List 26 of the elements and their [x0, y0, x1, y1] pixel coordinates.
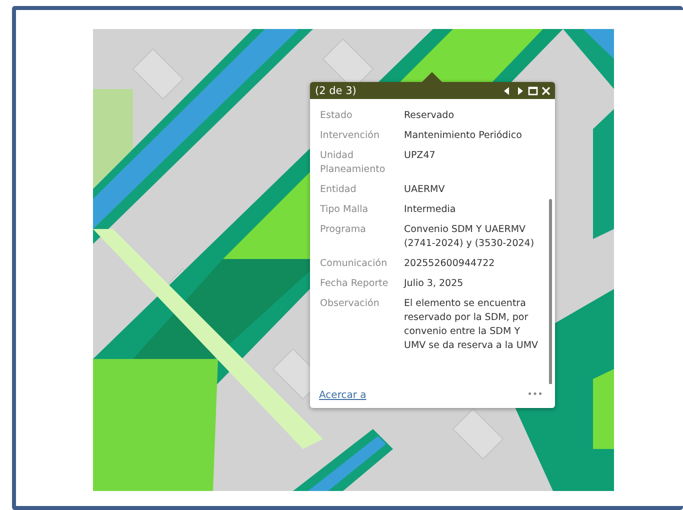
- field-value: UPZ47: [404, 149, 436, 163]
- field-label: Fecha Reporte: [320, 277, 390, 291]
- field-value: Convenio SDM Y UAERMV (2741-2024) y (3530-2024): [404, 223, 536, 251]
- feature-counter: (2 de 3): [315, 84, 356, 96]
- zoom-to-link[interactable]: Acercar a: [319, 390, 366, 400]
- previous-icon[interactable]: [502, 86, 512, 96]
- close-icon[interactable]: [541, 86, 551, 96]
- next-icon[interactable]: [515, 86, 525, 96]
- field-value: El elemento se encuentra reservado por la SDM, por convenio entre la SDM Y UMV se da reserva a la UMV: [404, 297, 540, 353]
- scrollbar-thumb[interactable]: [549, 199, 552, 384]
- maximize-icon[interactable]: [528, 86, 538, 96]
- field-label: Programa: [320, 223, 367, 237]
- field-value: 202552600944722: [404, 257, 496, 271]
- field-value: Mantenimiento Periódico: [404, 129, 523, 143]
- field-label: Tipo Malla: [320, 203, 370, 217]
- field-label: Comunicación: [320, 257, 388, 271]
- field-label: Estado: [320, 109, 354, 123]
- field-value: Reservado: [404, 109, 456, 123]
- field-label: Intervención: [320, 129, 380, 143]
- field-label: Unidad Planeamiento: [320, 149, 386, 177]
- field-value: Intermedia: [404, 203, 457, 217]
- more-options-button[interactable]: •••: [527, 390, 543, 400]
- field-value: Julio 3, 2025: [404, 277, 464, 291]
- field-label: Observación: [320, 297, 380, 311]
- field-value: UAERMV: [404, 183, 446, 197]
- field-label: Entidad: [320, 183, 358, 197]
